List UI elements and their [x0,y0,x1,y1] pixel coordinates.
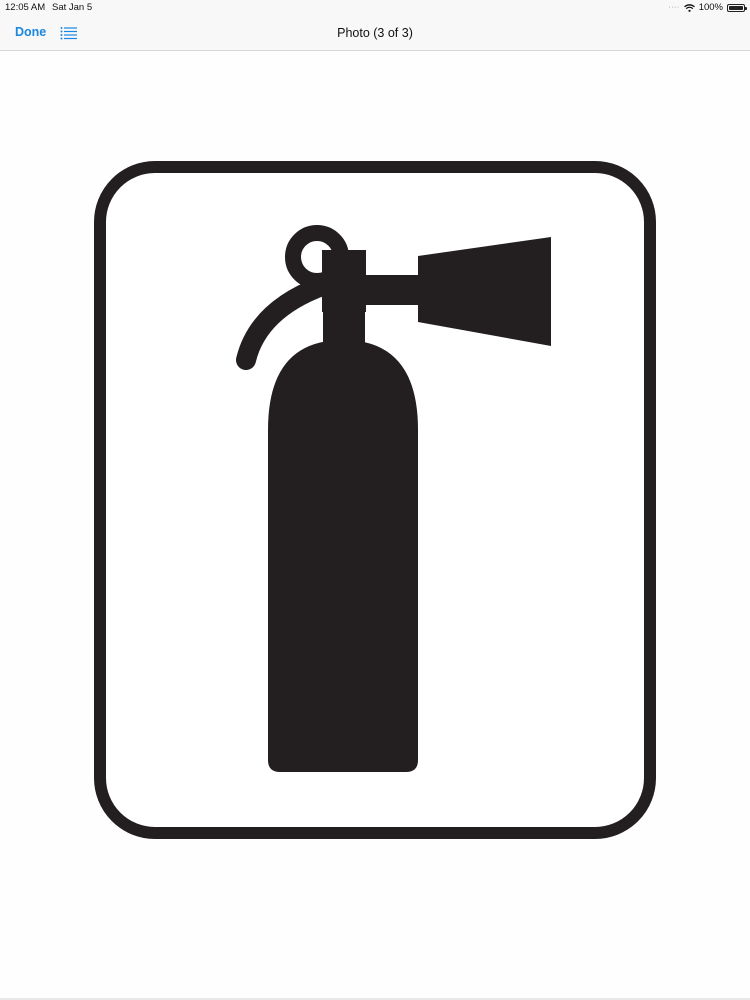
status-bar: 12:05 AM Sat Jan 5 ···· 100% [0,0,750,16]
nav-bar: Done Photo (3 of 3) [0,16,750,51]
extinguisher-body [268,340,418,772]
signal-dots-icon: ···· [668,4,680,11]
nav-title: Photo (3 of 3) [337,26,413,40]
status-date: Sat Jan 5 [52,2,93,13]
battery-icon [727,3,747,12]
status-indicators: ···· 100% [668,2,747,13]
wifi-icon [683,3,695,12]
status-time: 12:05 AM [5,2,46,13]
fire-extinguisher-icon [94,161,656,839]
photo-viewer[interactable] [0,52,750,998]
battery-percent: 100% [698,2,723,13]
